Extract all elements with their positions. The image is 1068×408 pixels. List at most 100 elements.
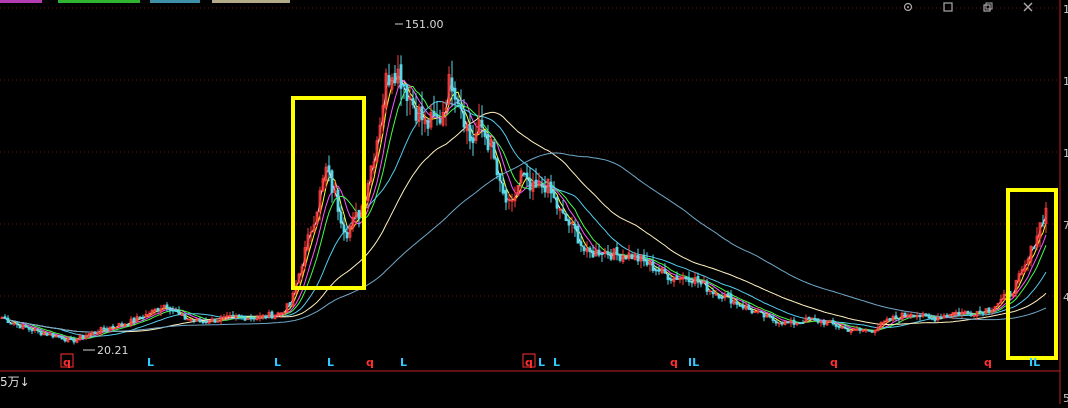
candle	[114, 326, 118, 330]
volume-label: 5万↓	[0, 375, 30, 389]
candle	[819, 320, 823, 327]
candle	[582, 244, 586, 256]
candle	[810, 317, 814, 320]
signal-q: q	[984, 356, 992, 369]
candle	[1029, 245, 1033, 267]
candle	[387, 63, 391, 88]
candle	[480, 105, 484, 138]
candle	[729, 289, 733, 309]
candle	[558, 208, 562, 220]
axis-tick: 1	[1063, 75, 1068, 88]
candle	[321, 174, 325, 193]
candle	[621, 249, 625, 264]
candle	[1017, 270, 1021, 285]
candle	[642, 249, 646, 267]
candle	[441, 100, 445, 127]
candle	[531, 172, 535, 201]
candle	[759, 310, 763, 313]
candle	[111, 323, 115, 328]
candle	[783, 320, 787, 326]
candle	[270, 310, 274, 320]
candle	[54, 335, 58, 338]
highlight-box	[1006, 188, 1058, 360]
candle	[681, 272, 685, 286]
candle	[786, 321, 790, 324]
signal-label: q	[984, 356, 992, 369]
candle	[495, 157, 499, 180]
maximize-icon[interactable]	[943, 2, 953, 12]
candle	[936, 313, 940, 322]
candle	[21, 324, 25, 330]
candle	[429, 103, 433, 131]
candle	[405, 83, 409, 116]
candle	[789, 317, 793, 327]
candle	[549, 174, 553, 203]
restore-icon[interactable]	[983, 2, 993, 12]
candle	[657, 266, 661, 275]
candle	[249, 314, 253, 322]
candle	[921, 311, 925, 318]
legend-fragment	[0, 0, 42, 3]
candle	[297, 272, 301, 284]
candle	[483, 130, 487, 146]
signal-label: q	[830, 356, 838, 369]
window-controls[interactable]	[903, 2, 1033, 12]
candle	[135, 313, 139, 322]
candle	[213, 318, 217, 323]
candle	[210, 316, 214, 323]
candles	[0, 55, 1048, 345]
candle	[417, 103, 421, 127]
candle	[273, 314, 277, 320]
candle	[342, 217, 346, 241]
right-price-axis: 1 1 1 7 4 5	[1059, 0, 1068, 405]
candle	[348, 223, 352, 242]
candle	[471, 124, 475, 156]
candle	[801, 319, 805, 324]
candle	[375, 136, 379, 163]
candle	[885, 316, 889, 323]
ma-line	[1, 152, 1047, 333]
candle	[378, 117, 382, 143]
signal-l: L	[147, 356, 154, 369]
candle	[546, 178, 550, 198]
ma-line	[1, 100, 1047, 337]
candle	[144, 310, 148, 318]
candle	[981, 311, 985, 317]
candle	[1020, 266, 1024, 276]
candle	[339, 204, 343, 229]
candle	[816, 318, 820, 325]
ma-line	[1, 111, 1047, 333]
candle	[510, 193, 514, 212]
signal-label: L	[147, 356, 154, 369]
candle	[588, 246, 592, 259]
signal-l: L	[553, 356, 560, 369]
candle	[402, 82, 406, 99]
signal-label: L	[400, 356, 407, 369]
candle	[969, 310, 973, 317]
settings-icon[interactable]	[903, 2, 913, 12]
signal-label: L	[327, 356, 334, 369]
candle	[618, 253, 622, 263]
signal-label: q	[366, 356, 374, 369]
candle	[195, 318, 199, 322]
candle	[645, 252, 649, 267]
signal-l: IL	[688, 356, 699, 369]
candle	[171, 306, 175, 315]
candle	[306, 227, 310, 252]
candle	[0, 316, 4, 320]
candle	[3, 314, 7, 320]
candle	[777, 322, 781, 328]
candle	[198, 317, 202, 323]
signal-label: q	[670, 356, 678, 369]
candle	[696, 272, 700, 288]
candle	[426, 117, 430, 136]
candle	[873, 329, 877, 336]
candle	[876, 324, 880, 332]
candle	[234, 313, 238, 321]
close-icon[interactable]	[1023, 2, 1033, 12]
candle	[753, 310, 757, 314]
candle	[432, 95, 436, 118]
candle	[291, 290, 295, 307]
candle	[960, 308, 964, 319]
candle	[573, 219, 577, 237]
